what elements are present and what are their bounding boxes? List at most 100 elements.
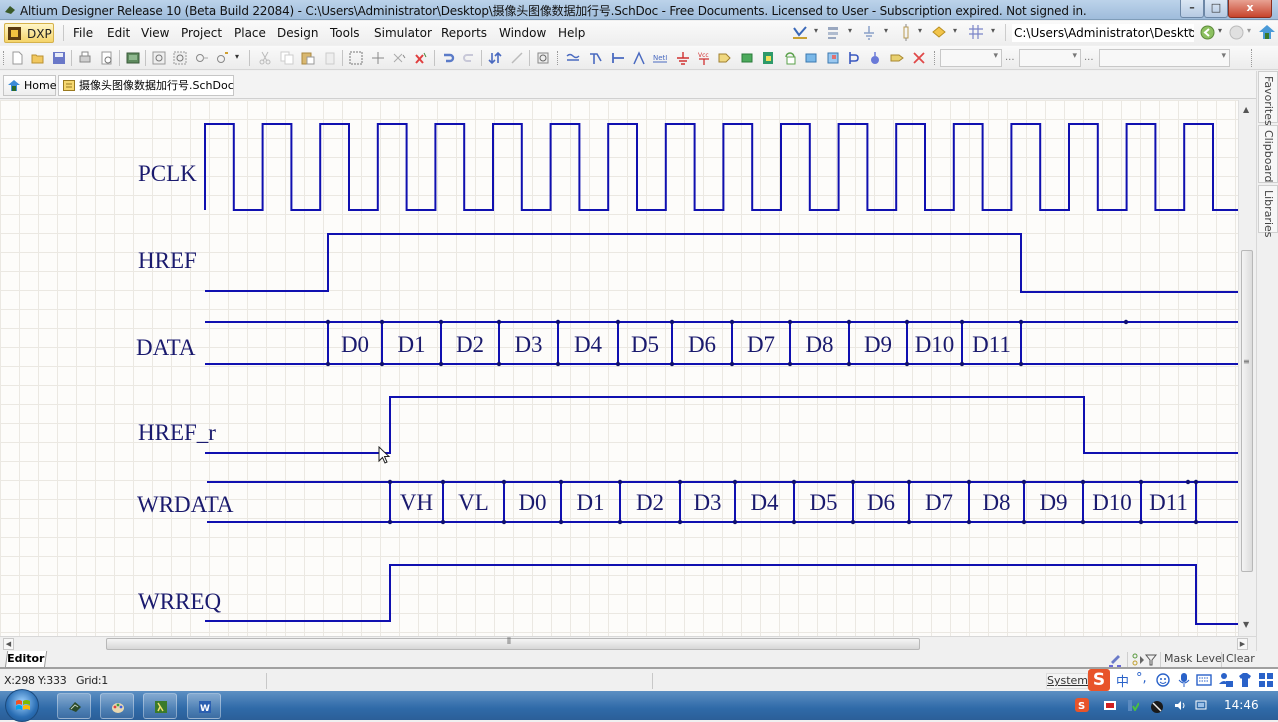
chevron-down-icon[interactable]: ▾ <box>848 26 852 35</box>
system-panel-button[interactable]: System <box>1046 673 1088 689</box>
sogou-tray-icon[interactable]: S <box>1075 698 1089 712</box>
redo-icon[interactable] <box>462 51 476 65</box>
menu-project[interactable]: Project <box>181 26 222 40</box>
clear-highlight-icon[interactable] <box>1108 652 1124 668</box>
ime-language-toggle[interactable]: 中 <box>1116 671 1129 690</box>
document-path-input[interactable]: C:\Users\Administrator\Deskto| <box>1012 24 1194 42</box>
scroll-right-icon[interactable]: ▶ <box>1237 638 1248 650</box>
menu-design[interactable]: Design <box>277 26 318 40</box>
zoom-fit-icon[interactable] <box>152 51 166 65</box>
back-icon[interactable] <box>1200 25 1215 40</box>
move-icon[interactable] <box>371 51 385 65</box>
chevron-down-icon[interactable]: ▾ <box>884 26 888 35</box>
panel-tab-favorites[interactable]: Favorites <box>1258 71 1278 126</box>
mask-level-button[interactable]: Mask Level <box>1164 652 1225 665</box>
bus-icon[interactable] <box>589 51 603 65</box>
chevron-down-icon[interactable]: ▾ <box>235 52 239 61</box>
sheet-entry-icon[interactable] <box>761 51 775 65</box>
device-sheet-icon[interactable] <box>783 51 797 65</box>
panel-tab-libraries[interactable]: Libraries <box>1258 185 1278 238</box>
menu-help[interactable]: Help <box>558 26 585 40</box>
directive-icon[interactable] <box>890 51 904 65</box>
clear-button[interactable]: Clear <box>1226 652 1255 665</box>
chevron-down-icon[interactable]: ▾ <box>814 26 818 35</box>
close-button[interactable]: x <box>1228 0 1272 18</box>
filter-combo-3[interactable] <box>1099 49 1230 67</box>
cross-probe-icon[interactable] <box>510 51 524 65</box>
filter-combo-1[interactable] <box>940 49 1002 67</box>
chevron-down-icon[interactable]: ▾ <box>953 26 957 35</box>
clear-filter-icon[interactable] <box>414 51 428 65</box>
panel-tab-clipboard[interactable]: Clipboard <box>1258 125 1278 183</box>
network-security-tray-icon[interactable] <box>1127 700 1139 711</box>
home-nav-icon[interactable] <box>1258 24 1276 40</box>
volume-tray-icon[interactable] <box>1174 700 1186 711</box>
select-area-icon[interactable] <box>349 51 363 65</box>
undo-icon[interactable] <box>441 51 455 65</box>
print-icon[interactable] <box>78 51 92 65</box>
scroll-left-icon[interactable]: ◀ <box>3 638 14 650</box>
menu-file[interactable]: File <box>73 26 93 40</box>
keyboard-icon[interactable] <box>1196 673 1212 687</box>
net-label-icon[interactable]: NetI <box>653 51 667 65</box>
gnd-port-icon[interactable] <box>676 51 690 65</box>
zoom-filter-icon[interactable] <box>216 51 230 65</box>
forward-icon[interactable] <box>1229 25 1244 40</box>
tab-schematic-document[interactable]: 摄像头图像数据加行号.SchDoc <box>58 75 234 96</box>
minimize-button[interactable]: – <box>1180 0 1204 18</box>
recording-tray-icon[interactable] <box>1104 700 1116 711</box>
start-button[interactable] <box>5 689 39 722</box>
copy-icon[interactable] <box>280 51 294 65</box>
horizontal-scroll-thumb[interactable]: ⦀ <box>106 637 920 650</box>
new-document-icon[interactable] <box>10 51 24 65</box>
taskbar-app-altium[interactable] <box>57 693 91 719</box>
satellite-tray-icon[interactable] <box>1150 700 1164 714</box>
print-preview-icon[interactable] <box>100 51 114 65</box>
toolbar-grip[interactable] <box>557 51 558 65</box>
sheet-symbol-icon[interactable] <box>740 51 754 65</box>
vertical-scrollbar[interactable]: ▲ ≡ ▼ <box>1238 100 1256 636</box>
paste-icon[interactable] <box>301 51 315 65</box>
zoom-area-icon[interactable] <box>173 51 187 65</box>
power-port-icon[interactable] <box>862 25 876 40</box>
action-center-tray-icon[interactable] <box>1195 700 1207 711</box>
align-icon[interactable] <box>826 25 840 40</box>
chevron-down-icon[interactable]: ▾ <box>991 26 995 35</box>
board-view-icon[interactable] <box>126 51 140 65</box>
menu-place[interactable]: Place <box>234 26 266 40</box>
taskbar-app-word[interactable]: W <box>187 693 221 719</box>
mask-filter-icon[interactable] <box>1131 653 1159 667</box>
skin-icon[interactable] <box>1238 672 1252 688</box>
maximize-button[interactable]: □ <box>1204 0 1228 18</box>
emoji-icon[interactable] <box>1156 673 1170 687</box>
ime-punctuation-toggle[interactable]: °, <box>1136 671 1147 686</box>
place-part-icon[interactable] <box>718 51 732 65</box>
hierarchy-icon[interactable] <box>488 51 502 65</box>
microphone-icon[interactable] <box>1178 672 1190 688</box>
wire-icon[interactable] <box>566 51 580 65</box>
menu-simulator[interactable]: Simulator <box>374 26 432 40</box>
simulate-sources-icon[interactable] <box>932 26 946 38</box>
sheet-actions-icon[interactable] <box>792 25 808 40</box>
rubber-stamp-icon[interactable] <box>323 51 337 65</box>
open-folder-icon[interactable] <box>31 51 45 65</box>
path-dropdown-arrow[interactable]: ▾ <box>1188 26 1192 35</box>
user-center-icon[interactable] <box>1218 672 1234 688</box>
menu-view[interactable]: View <box>141 26 169 40</box>
toolbox-icon[interactable] <box>1258 672 1274 688</box>
deselect-icon[interactable] <box>392 51 406 65</box>
taskbar-app-terminal[interactable] <box>143 693 177 719</box>
toolbar-grip[interactable] <box>934 51 935 65</box>
zoom-selected-icon[interactable] <box>195 51 209 65</box>
scroll-down-icon[interactable]: ▼ <box>1243 620 1249 629</box>
horizontal-scrollbar[interactable]: ◀ ⦀ ▶ <box>0 636 1256 651</box>
resistor-icon[interactable] <box>902 24 910 41</box>
save-icon[interactable] <box>52 51 66 65</box>
harness-icon[interactable] <box>804 51 818 65</box>
vertical-scroll-thumb[interactable] <box>1241 250 1253 572</box>
scroll-up-icon[interactable]: ▲ <box>1243 105 1249 114</box>
cut-icon[interactable] <box>258 51 272 65</box>
dxp-menu-button[interactable]: DXP <box>4 23 54 43</box>
filter-combo-2[interactable] <box>1019 49 1081 67</box>
chevron-down-icon[interactable]: ▾ <box>918 26 922 35</box>
